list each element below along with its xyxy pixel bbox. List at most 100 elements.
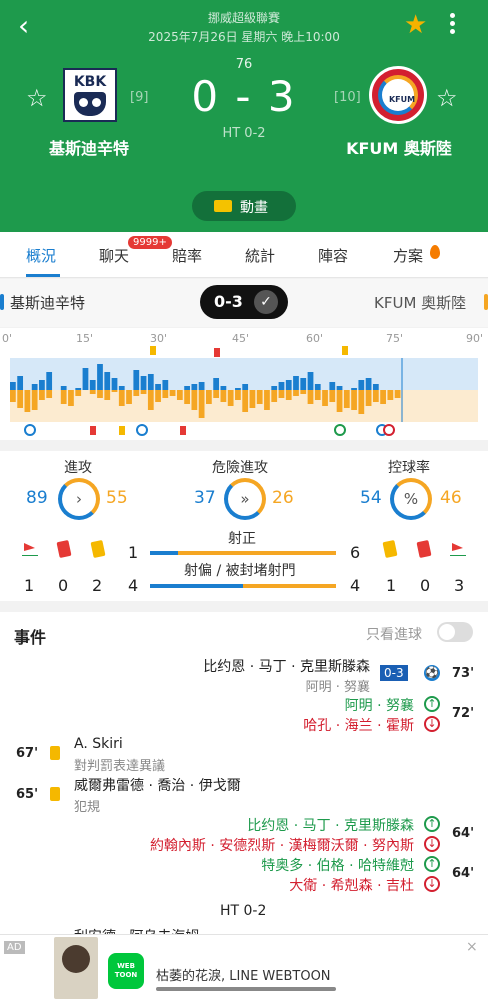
teambar-score: 0-3 [214, 292, 243, 311]
red-card-icon [56, 539, 72, 559]
home-momentum-bar [278, 382, 285, 390]
away-momentum-bar [220, 390, 227, 402]
card-player[interactable]: A. Skiri [74, 736, 123, 752]
goals-only-toggle[interactable] [437, 622, 473, 642]
substitution-icon [383, 424, 395, 436]
away-momentum-bar [31, 390, 38, 410]
momentum-timeline[interactable]: 0' 15' 30' 45' 60' 75' 90' [0, 328, 488, 440]
ad-banner[interactable]: AD WEB TOON 枯萎的花淚, LINE WEBTOON × [0, 934, 488, 1000]
star-icon[interactable]: ★ [404, 10, 427, 40]
away-momentum-bar [264, 390, 270, 410]
home-momentum-bar [133, 370, 140, 390]
home-momentum-bar [213, 378, 220, 390]
away-team-logo[interactable]: KFUM [369, 66, 427, 124]
timeline-tick-label: 15' [76, 332, 93, 345]
football-icon: ⚽ [424, 665, 440, 681]
sub-in-player[interactable]: 阿明 · 努襄 [345, 695, 414, 715]
away-team-name[interactable]: KFUM 奧斯陸 [334, 135, 464, 159]
home-momentum-bar [184, 386, 190, 390]
off-target-label: 射偏 / 被封堵射門 [184, 563, 296, 579]
close-icon[interactable]: × [466, 939, 478, 955]
home-momentum-bar [97, 364, 103, 390]
away-momentum-bar [358, 390, 365, 414]
tab-stats[interactable]: 統計 [245, 245, 275, 266]
home-team-name[interactable]: 基斯迪辛特 [24, 135, 154, 159]
football-icon [136, 424, 148, 436]
goal-assist[interactable]: 阿明 · 努襄 [306, 676, 370, 695]
tab-lineup[interactable]: 陣容 [318, 245, 348, 266]
home-momentum-bar [336, 386, 343, 390]
away-rank: [10] [334, 90, 361, 105]
animation-button[interactable]: 動畫 [192, 191, 296, 221]
away-momentum-bar [147, 390, 154, 410]
away-momentum-bar [133, 390, 140, 396]
chevron-right-icon: › [76, 490, 82, 508]
match-minute: 76 [235, 57, 253, 72]
home-momentum-bar [111, 378, 118, 390]
goals-only-label: 只看進球 [366, 627, 422, 643]
score-pill[interactable]: 0-3 ✓ [200, 285, 288, 319]
event-minute: 72' [452, 706, 475, 721]
corner-flag-icon [214, 348, 220, 357]
possession-label: 控球率 [388, 460, 430, 476]
sub-out-icon: ↓ [424, 716, 440, 732]
sub-in-icon: ↑ [424, 696, 440, 712]
webtoon-logo: WEB TOON [108, 953, 144, 989]
halftime-divider: HT 0-2 [220, 903, 267, 919]
away-momentum-bar [300, 390, 307, 394]
home-corners: 1 [24, 576, 35, 595]
home-momentum-bar [147, 374, 154, 390]
card-player[interactable]: 威爾弗雷德 · 喬治 · 伊戈爾 [74, 775, 241, 795]
fire-icon [430, 245, 440, 259]
more-menu-icon[interactable] [440, 10, 464, 40]
away-momentum-bar [10, 390, 16, 402]
tab-chat[interactable]: 聊天 [99, 245, 129, 266]
sub-in-player[interactable]: 比约恩 · 马丁 · 克里斯滕森 [247, 815, 414, 835]
goal-scorer[interactable]: 比约恩 · 马丁 · 克里斯滕森 [203, 656, 370, 676]
home-momentum-bar [314, 384, 321, 390]
event-minute: 67' [16, 746, 39, 761]
timeline-tick-label: 45' [232, 332, 249, 345]
sub-out-player[interactable]: 大衛 · 希剋森 · 吉杜 [289, 875, 414, 895]
tab-overview[interactable]: 概況 [26, 245, 56, 266]
away-momentum-bar [336, 390, 343, 412]
card-reason: 犯規 [74, 800, 101, 815]
away-momentum-bar [206, 390, 212, 404]
home-momentum-bar [60, 386, 67, 390]
home-momentum-bar [351, 388, 357, 390]
away-momentum-bar [162, 390, 169, 398]
away-momentum-bar [322, 390, 328, 406]
corner-flag-icon [90, 426, 96, 435]
home-momentum-bar [39, 380, 45, 390]
yellow-card-icon [50, 787, 60, 801]
away-momentum-bar [126, 390, 132, 404]
chat-badge: 9999+ [128, 236, 172, 249]
pitch-icon [214, 200, 232, 212]
sub-out-player[interactable]: 哈孔 · 海兰 · 霍斯 [303, 715, 414, 735]
possession-away: 46 [440, 488, 462, 508]
tab-bar: 概況 聊天 9999+ 賠率 統計 陣容 方案 [0, 232, 488, 278]
away-momentum-bar [314, 390, 321, 400]
possession-ring: % [390, 478, 432, 520]
sub-in-player[interactable]: 特奥多 · 伯格 · 哈特維尅 [261, 855, 414, 875]
favorite-away-star-icon[interactable]: ☆ [436, 84, 458, 112]
home-momentum-bar [31, 384, 38, 390]
corner-flag-icon [450, 543, 466, 556]
sub-out-player[interactable]: 約翰內斯 · 安德烈斯 · 漢梅爾沃爾 · 努內斯 [150, 835, 414, 855]
ad-text[interactable]: 枯萎的花淚, LINE WEBTOON [156, 965, 331, 984]
timeline-tick-label: 75' [386, 332, 403, 345]
timeline-tick-label: 0' [2, 332, 12, 345]
team-score-bar: 基斯迪辛特 0-3 ✓ KFUM 奧斯陸 [0, 279, 488, 327]
home-momentum-bar [300, 378, 307, 390]
tab-plans[interactable]: 方案 [393, 245, 423, 266]
tab-odds[interactable]: 賠率 [172, 245, 202, 266]
away-momentum-bar [104, 390, 111, 400]
away-corners: 3 [454, 576, 465, 595]
yellow-card-icon [90, 539, 106, 559]
football-icon [24, 424, 36, 436]
home-momentum-bar [82, 368, 89, 390]
off-target-home-bar [150, 584, 243, 588]
events-panel: 事件 只看進球 比约恩 · 马丁 · 克里斯滕森 0-3 ⚽ 73' 阿明 · … [0, 612, 488, 934]
sub-in-icon: ↑ [424, 856, 440, 872]
away-momentum-bar [235, 390, 241, 400]
